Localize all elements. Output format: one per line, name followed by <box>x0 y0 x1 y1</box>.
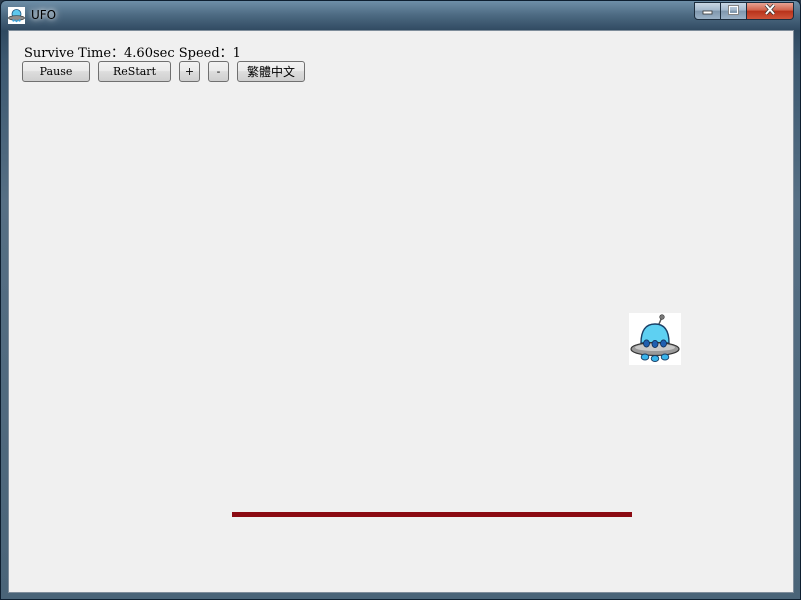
player-paddle[interactable] <box>232 512 632 517</box>
maximize-button[interactable] <box>721 2 747 20</box>
speed-up-button[interactable]: + <box>179 61 200 82</box>
app-window: UFO Survive Time：4.60sec Speed：1 Pause R… <box>0 0 801 600</box>
minimize-icon <box>702 5 713 18</box>
restart-button[interactable]: ReStart <box>98 61 171 82</box>
ufo-sprite <box>629 313 681 365</box>
pause-button[interactable]: Pause <box>22 61 90 82</box>
game-area[interactable]: Survive Time：4.60sec Speed：1 Pause ReSta… <box>8 30 794 593</box>
close-button[interactable] <box>747 2 794 20</box>
close-icon <box>764 3 776 18</box>
title-bar[interactable]: UFO <box>1 1 800 30</box>
ufo-icon <box>8 7 25 24</box>
window-title: UFO <box>31 8 57 22</box>
language-button[interactable]: 繁體中文 <box>237 61 305 82</box>
caption-buttons <box>694 2 794 21</box>
minimize-button[interactable] <box>694 2 721 20</box>
speed-down-button[interactable]: - <box>208 61 229 82</box>
maximize-icon <box>728 4 739 18</box>
status-text: Survive Time：4.60sec Speed：1 <box>24 46 241 61</box>
